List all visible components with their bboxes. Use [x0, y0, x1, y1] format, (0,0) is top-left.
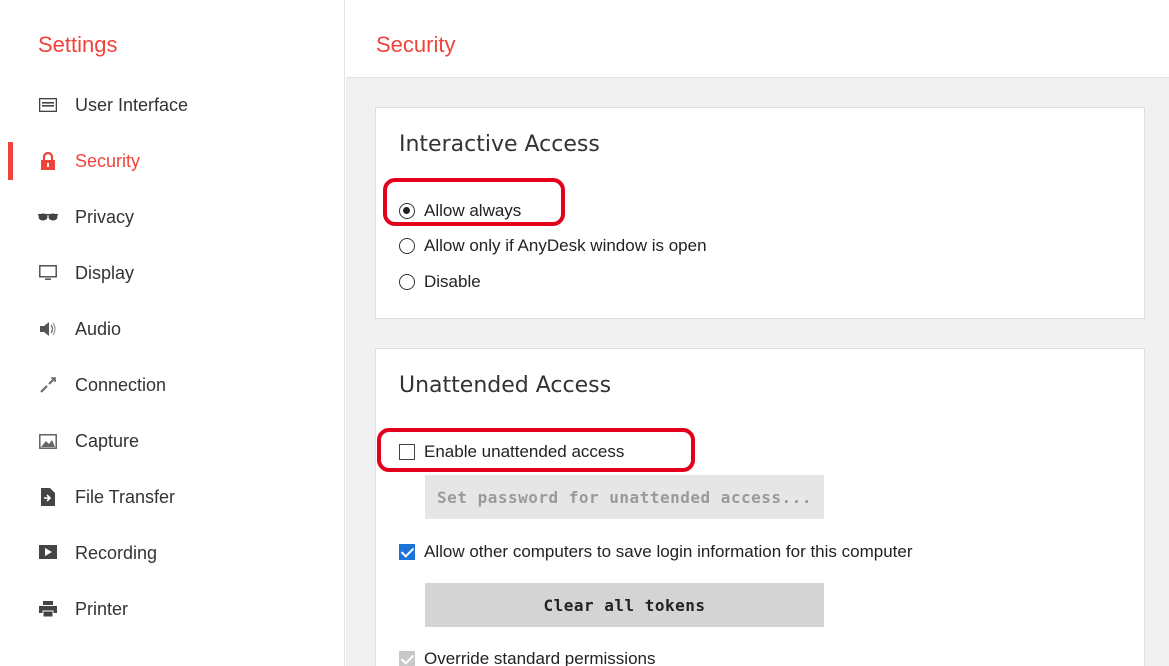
sidebar-item-privacy[interactable]: Privacy	[0, 197, 344, 237]
sidebar-item-connection[interactable]: Connection	[0, 365, 344, 405]
checkbox[interactable]	[399, 651, 415, 666]
radio-allow-if-window-open[interactable]: Allow only if AnyDesk window is open	[399, 234, 707, 258]
radio-allow-always[interactable]: Allow always	[399, 199, 521, 223]
sidebar: Settings User Interface Security Privacy	[0, 0, 345, 666]
sidebar-item-security[interactable]: Security	[0, 141, 344, 181]
sidebar-item-label: User Interface	[75, 94, 189, 115]
unattended-access-card: Unattended Access Enable unattended acce…	[375, 348, 1145, 666]
file-transfer-icon	[38, 487, 58, 507]
checkbox[interactable]	[399, 444, 415, 460]
checkbox-allow-save-login[interactable]: Allow other computers to save login info…	[399, 540, 913, 564]
checkbox-override-permissions[interactable]: Override standard permissions	[399, 647, 655, 666]
radio-label: Disable	[424, 272, 481, 291]
sidebar-item-label: Audio	[75, 318, 122, 339]
checkbox-enable-unattended[interactable]: Enable unattended access	[399, 440, 624, 464]
sidebar-item-audio[interactable]: Audio	[0, 309, 344, 349]
sidebar-item-label: Recording	[75, 542, 158, 563]
set-password-button[interactable]: Set password for unattended access...	[425, 475, 824, 519]
settings-window: Settings User Interface Security Privacy	[0, 0, 1169, 666]
sidebar-item-display[interactable]: Display	[0, 253, 344, 293]
clear-tokens-button[interactable]: Clear all tokens	[425, 583, 824, 627]
picture-icon	[38, 431, 58, 451]
radio-button[interactable]	[399, 274, 415, 290]
printer-icon	[38, 599, 58, 619]
sidebar-item-label: Privacy	[75, 206, 135, 227]
sidebar-item-capture[interactable]: Capture	[0, 421, 344, 461]
radio-button[interactable]	[399, 203, 415, 219]
user-interface-icon	[38, 95, 58, 115]
speaker-icon	[38, 319, 58, 339]
radio-disable[interactable]: Disable	[399, 270, 481, 294]
checkbox-label: Enable unattended access	[424, 442, 625, 461]
radio-label: Allow only if AnyDesk window is open	[424, 236, 707, 255]
monitor-icon	[38, 263, 58, 283]
sidebar-item-label: Connection	[75, 374, 167, 395]
interactive-access-card: Interactive Access Allow always Allow on…	[375, 107, 1145, 319]
sunglasses-icon	[38, 207, 58, 227]
sidebar-item-label: Security	[75, 150, 141, 171]
sidebar-item-user-interface[interactable]: User Interface	[0, 85, 344, 125]
main-header: Security	[346, 0, 1169, 78]
main-content: Interactive Access Allow always Allow on…	[346, 78, 1169, 666]
checkbox-label: Override standard permissions	[424, 649, 656, 666]
interactive-access-title: Interactive Access	[399, 132, 600, 157]
page-title: Security	[376, 32, 456, 57]
connection-icon	[38, 375, 58, 395]
recording-icon	[38, 543, 58, 563]
sidebar-item-label: File Transfer	[75, 486, 176, 507]
radio-button[interactable]	[399, 238, 415, 254]
sidebar-title: Settings	[38, 32, 118, 57]
checkbox[interactable]	[399, 544, 415, 560]
unattended-access-title: Unattended Access	[399, 373, 612, 398]
lock-icon	[38, 151, 58, 171]
checkbox-label: Allow other computers to save login info…	[424, 542, 913, 561]
sidebar-item-label: Printer	[75, 598, 129, 619]
sidebar-item-label: Capture	[75, 430, 140, 451]
sidebar-item-label: Display	[75, 262, 135, 283]
radio-label: Allow always	[424, 201, 522, 220]
sidebar-item-printer[interactable]: Printer	[0, 589, 344, 629]
sidebar-item-recording[interactable]: Recording	[0, 533, 344, 573]
sidebar-item-file-transfer[interactable]: File Transfer	[0, 477, 344, 517]
